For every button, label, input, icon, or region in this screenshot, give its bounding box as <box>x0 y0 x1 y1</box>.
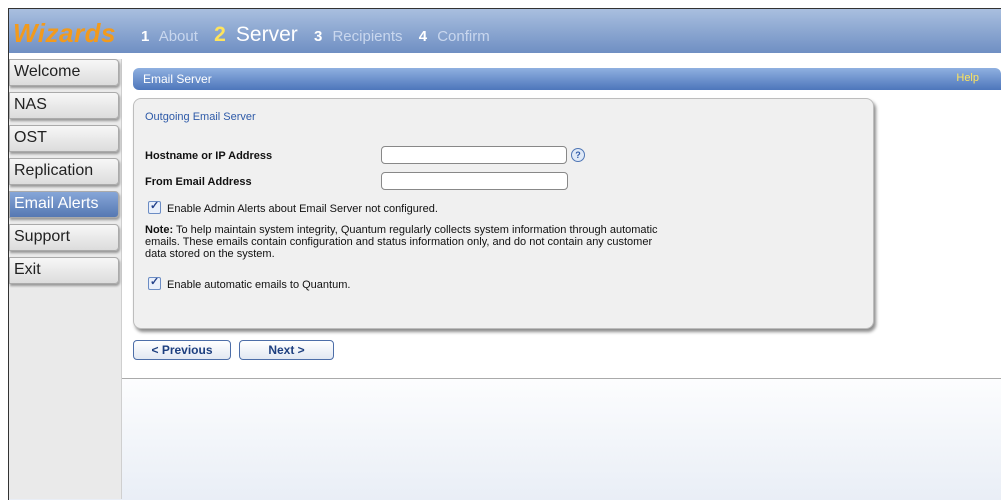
hostname-input[interactable] <box>381 146 567 164</box>
sidebar-item-support[interactable]: Support <box>9 224 119 251</box>
next-button[interactable]: Next > <box>239 340 334 360</box>
section-title: Outgoing Email Server <box>145 111 256 123</box>
sidebar-item-ost[interactable]: OST <box>9 125 119 152</box>
page-title-bar: Email Server Help <box>133 68 1001 90</box>
step-about: 1 About <box>141 28 204 45</box>
note-line-1: To help maintain system integrity, Quant… <box>173 224 658 236</box>
note-line-3: data stored on the system. <box>145 248 275 260</box>
hostname-label: Hostname or IP Address <box>145 150 273 162</box>
top-bar: Wizards 1 About 2 Server 3 Recipients 4 … <box>9 9 1001 53</box>
from-email-input[interactable] <box>381 172 568 190</box>
note-line-2: emails. These emails contain configurati… <box>145 236 653 248</box>
step-label: Confirm <box>437 28 490 45</box>
note-text: Note: To help maintain system integrity,… <box>145 224 715 260</box>
sidebar: Welcome NAS OST Replication Email Alerts… <box>9 59 122 499</box>
sidebar-item-replication[interactable]: Replication <box>9 158 119 185</box>
step-label: About <box>158 28 198 45</box>
step-number: 2 <box>214 23 226 46</box>
admin-alerts-row: Enable Admin Alerts about Email Server n… <box>148 199 438 215</box>
wizards-logo: Wizards <box>13 18 116 48</box>
admin-alerts-label: Enable Admin Alerts about Email Server n… <box>167 203 438 215</box>
sidebar-item-nas[interactable]: NAS <box>9 92 119 119</box>
auto-emails-checkbox[interactable] <box>148 275 161 290</box>
step-number: 1 <box>141 28 150 45</box>
sidebar-item-welcome[interactable]: Welcome <box>9 59 119 86</box>
help-question-icon[interactable]: ? <box>571 148 585 162</box>
wizard-window: Wizards 1 About 2 Server 3 Recipients 4 … <box>8 8 1001 500</box>
email-server-panel: Outgoing Email Server Hostname or IP Add… <box>133 98 874 329</box>
note-prefix: Note: <box>145 224 174 236</box>
auto-emails-row: Enable automatic emails to Quantum. <box>148 275 351 291</box>
help-link[interactable]: Help <box>956 72 979 84</box>
step-number: 3 <box>313 28 323 45</box>
auto-emails-label: Enable automatic emails to Quantum. <box>167 279 351 291</box>
admin-alerts-checkbox[interactable] <box>148 199 161 214</box>
step-server: 2 Server <box>214 23 304 46</box>
from-email-label: From Email Address <box>145 176 252 188</box>
step-label: Recipients <box>332 28 403 45</box>
sidebar-item-email-alerts[interactable]: Email Alerts <box>9 191 119 218</box>
sidebar-item-exit[interactable]: Exit <box>9 257 119 284</box>
step-label: Server <box>235 23 298 46</box>
page-title: Email Server <box>143 72 212 86</box>
step-number: 4 <box>418 28 428 45</box>
step-recipients: 3 Recipients <box>314 28 409 45</box>
previous-button[interactable]: < Previous <box>133 340 231 360</box>
step-confirm: 4 Confirm <box>419 28 496 45</box>
step-progress: 1 About 2 Server 3 Recipients 4 Confirm <box>141 23 502 47</box>
